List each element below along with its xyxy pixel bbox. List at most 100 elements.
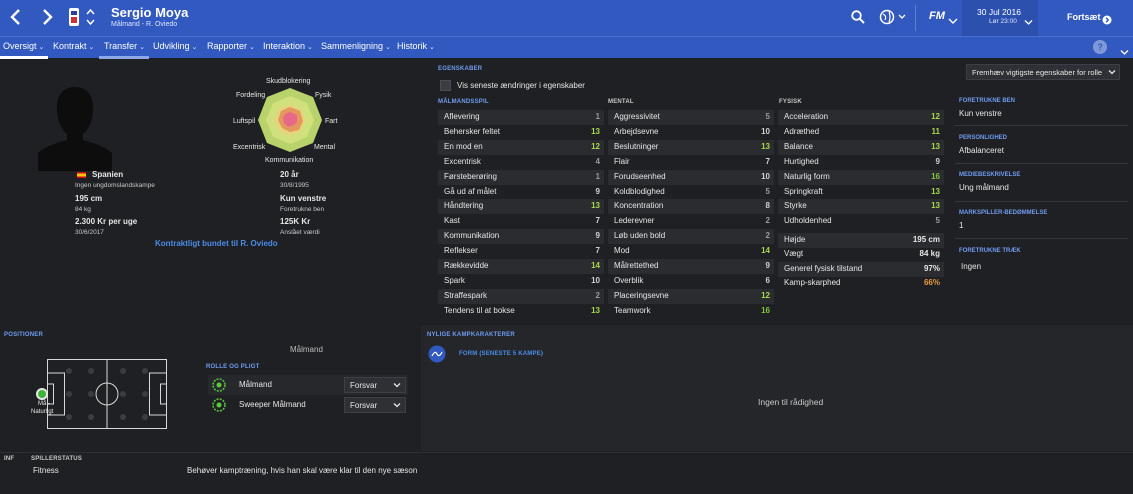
attribute-value: 9 [595,231,600,241]
attribute-row[interactable]: Kast 7 [438,214,604,229]
tab-transfer[interactable]: Transfer ⌄ [104,41,145,51]
attribute-row[interactable]: Adræthed 11 [778,125,944,140]
wage-value: 2.300 Kr per uge [75,217,138,226]
menu-collapse-chevron-icon[interactable] [1120,43,1129,61]
attribute-row[interactable]: Teamwork 16 [608,304,774,319]
attribute-row[interactable]: Koncentration 8 [608,199,774,215]
fm-menu-chevron-icon[interactable] [948,12,958,30]
role-row[interactable]: Sweeper Målmand Forsvar [208,395,408,415]
current-date: 30 Jul 2016 [977,7,1021,17]
attribute-row[interactable]: Lederevner 2 [608,214,774,229]
nationality[interactable]: Spanien [92,170,123,179]
attribute-value: 10 [761,126,770,136]
form-link[interactable]: FORM (SENESTE 5 KAMPE) [459,351,543,357]
duty-dropdown[interactable]: Forsvar [344,397,406,413]
attribute-row[interactable]: Straffespark 2 [438,288,604,304]
fm-logo[interactable]: FM [929,10,945,22]
attribute-row[interactable]: Beslutninger 13 [608,139,774,155]
attribute-row[interactable]: Koldblodighed 5 [608,185,774,200]
attribute-row[interactable]: Mod 14 [608,244,774,259]
attribute-name: Spark [444,275,465,285]
preferred-moves-title: FORETRUKNE TRÆK [959,248,1021,254]
tab-rapporter[interactable]: Rapporter ⌄ [207,41,255,51]
media-description-title: MEDIEBESKRIVELSE [959,172,1021,178]
attribute-row[interactable]: Acceleration 12 [778,110,944,125]
attribute-row[interactable]: Udholdenhed 5 [778,214,944,229]
attribute-row[interactable]: Excentrisk 4 [438,155,604,170]
recent-changes-label[interactable]: Vis seneste ændringer i egenskaber [457,81,585,90]
attribute-row[interactable]: Aggressivitet 5 [608,110,774,125]
back-arrow-icon[interactable] [9,8,23,31]
physical-extra-value: 84 kg [919,249,940,259]
attribute-name: Flair [614,156,630,166]
duty-dropdown[interactable]: Forsvar [344,377,406,393]
attribute-name: Adræthed [784,126,820,136]
attribute-value: 2 [765,216,770,226]
player-switch-chevron-icon[interactable] [86,7,95,29]
attribute-name: Reflekser [444,246,478,256]
attribute-row[interactable]: Rækkevidde 14 [438,259,604,274]
goalkeeper-position-marker[interactable] [36,388,48,400]
club-badge-icon[interactable] [68,6,80,33]
attribute-row[interactable]: Styrke 13 [778,199,944,215]
tab-sammenligning[interactable]: Sammenligning ⌄ [321,41,391,51]
forward-arrow-icon[interactable] [40,8,54,31]
form-chart-icon[interactable] [428,345,446,368]
chevron-down-icon: ⌄ [249,44,255,51]
physical-extra-name: Højde [784,235,806,244]
attribute-row[interactable]: Naturlig form 16 [778,169,944,185]
attribute-row[interactable]: Overblik 6 [608,274,774,289]
role-row[interactable]: Målmand Forsvar [208,375,408,395]
attribute-row[interactable]: Kommunikation 9 [438,229,604,245]
attribute-row[interactable]: Gå ud af målet 9 [438,185,604,200]
search-icon[interactable] [851,10,865,29]
attribute-row[interactable]: Aflevering 1 [438,110,604,125]
attribute-name: Kast [444,216,461,226]
attribute-row[interactable]: Målrettethed 9 [608,259,774,274]
mental-title: MENTAL [608,99,634,105]
tab-interaktion[interactable]: Interaktion ⌄ [263,41,313,51]
physical-extra-row: Kamp-skarphed 66% [778,276,944,291]
attribute-name: Overblik [614,275,644,285]
recent-changes-checkbox[interactable] [440,80,451,91]
attribute-row[interactable]: Reflekser 7 [438,244,604,259]
attribute-row[interactable]: Førsteberøring 1 [438,169,604,185]
attribute-row[interactable]: Løb uden bold 2 [608,229,774,245]
attribute-name: Håndtering [444,201,484,211]
attribute-row[interactable]: Tendens til at bokse 13 [438,304,604,319]
attribute-row[interactable]: Arbejdsevne 10 [608,125,774,140]
attribute-value: 5 [765,186,770,196]
positions-panel: POSITIONER Målmand Må - Naturligt ROLLE … [0,325,416,451]
radar-label-mental: Mental [314,144,336,151]
help-icon[interactable]: ? [1093,40,1107,54]
tab-historik[interactable]: Historik ⌄ [397,41,435,51]
attribute-row[interactable]: Forudseenhed 10 [608,169,774,185]
continue-button[interactable]: Fortsæt [1040,0,1133,36]
attribute-row[interactable]: Hurtighed 9 [778,155,944,170]
attribute-value: 13 [591,201,600,211]
preferred-foot-label: Foretrukne ben [280,206,325,213]
dob-value: 30/8/1995 [280,182,309,189]
roles-title: ROLLE OG PLIGT [206,364,260,370]
attribute-row[interactable]: Behersker feltet 13 [438,125,604,140]
tab-udvikling[interactable]: Udvikling ⌄ [153,41,197,51]
tab-kontrakt[interactable]: Kontrakt ⌄ [53,41,94,51]
attribute-row[interactable]: En mod en 12 [438,139,604,155]
contract-link[interactable]: Kontraktligt bundet til R. Oviedo [155,239,278,248]
attribute-row[interactable]: Flair 7 [608,155,774,170]
attribute-row[interactable]: Placeringsevne 12 [608,288,774,304]
status-item[interactable]: Fitness [33,466,59,475]
attribute-value: 13 [591,305,600,315]
highlight-role-dropdown[interactable]: Fremhæv vigtigste egenskaber for rolle [966,64,1120,80]
attribute-value: 13 [591,126,600,136]
globe-icon[interactable] [879,9,907,30]
physical-extra-value: 66% [923,277,940,287]
attribute-row[interactable]: Springkraft 13 [778,185,944,200]
physical-extra-value: 97% [923,263,940,273]
attribute-row[interactable]: Balance 13 [778,139,944,155]
tab-oversigt[interactable]: Oversigt ⌄ [3,41,44,51]
attribute-row[interactable]: Håndtering 13 [438,199,604,215]
attribute-name: Straffespark [444,290,487,300]
attribute-row[interactable]: Spark 10 [438,274,604,289]
date-panel[interactable]: 30 Jul 2016 Lør 23:00 [962,0,1038,36]
